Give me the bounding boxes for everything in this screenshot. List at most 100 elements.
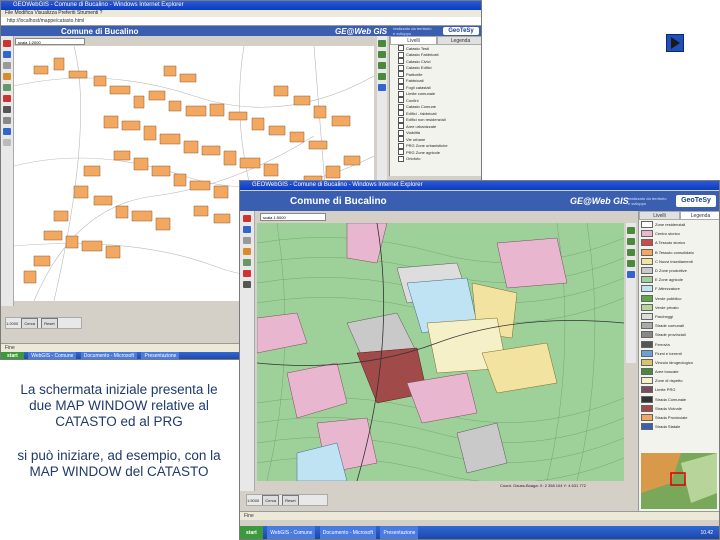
layer-label: Catasto Fabbricati [406, 52, 439, 58]
layer-label: Confini [406, 97, 419, 103]
layer-checkbox[interactable] [398, 90, 404, 97]
refresh-icon[interactable] [3, 128, 11, 135]
search-icon[interactable] [3, 117, 11, 124]
prg-status-bar: Fine [240, 511, 719, 520]
prg-zoom-in-icon[interactable] [243, 215, 251, 222]
prg-layer-down-icon[interactable] [627, 260, 635, 267]
legend-label: Strade provinciali [655, 332, 686, 338]
layer-checkbox[interactable] [398, 51, 404, 58]
help-icon[interactable] [3, 139, 11, 146]
layer-on-icon[interactable] [378, 40, 386, 47]
prg-zoom-select[interactable]: scala 1:5000 [260, 213, 326, 221]
legend-item: Limite PRG [639, 385, 719, 394]
prg-info-icon[interactable] [243, 248, 251, 255]
layer-up-icon[interactable] [378, 62, 386, 69]
layer-label: Catasto Comune [406, 104, 437, 110]
prg-map-canvas[interactable] [257, 223, 624, 481]
prg-layer-up-icon[interactable] [627, 249, 635, 256]
legend-swatch [641, 358, 653, 366]
print-icon[interactable] [3, 106, 11, 113]
layer-checkbox[interactable] [398, 71, 404, 78]
layer-off-icon[interactable] [378, 51, 386, 58]
start-button[interactable]: start [1, 352, 24, 359]
legend-swatch [641, 331, 653, 339]
caption-paragraph-2: si può iniziare, ad esempio, con la MAP … [17, 448, 221, 479]
taskbar-item-document[interactable]: Documento - Microsoft [80, 352, 138, 359]
legend-item: D Zone produttive [639, 266, 719, 275]
pan-icon[interactable] [3, 62, 11, 69]
layer-checkbox[interactable] [398, 149, 404, 156]
catasto-scale-search-button[interactable]: Cerca [21, 318, 39, 328]
prg-pan-icon[interactable] [243, 237, 251, 244]
prg-print-icon[interactable] [243, 281, 251, 288]
prg-layer-off-icon[interactable] [627, 238, 635, 245]
layer-checkbox[interactable] [398, 58, 404, 65]
layer-checkbox[interactable] [398, 84, 404, 91]
layer-checkbox[interactable] [398, 129, 404, 136]
prg-start-button[interactable]: start [240, 526, 263, 539]
prg-reset-button[interactable]: Reset [282, 495, 299, 505]
prg-layer-on-icon[interactable] [627, 227, 635, 234]
prg-measure-icon[interactable] [243, 259, 251, 266]
catasto-reset-button[interactable]: Reset [41, 318, 58, 328]
info-icon[interactable] [3, 73, 11, 80]
layer-checkbox[interactable] [398, 155, 404, 162]
layer-checkbox[interactable] [398, 97, 404, 104]
prg-window-titlebar[interactable]: GEOWebGIS - Comune di Bucalino - Windows… [240, 181, 719, 190]
layer-checkbox[interactable] [398, 45, 404, 52]
tab-livelli[interactable]: Livelli [390, 36, 437, 45]
prg-gewebgis-logo: GE@Web GIS [570, 196, 629, 206]
prg-layer-info-icon[interactable] [627, 271, 635, 278]
prg-tab-legenda[interactable]: Legenda [680, 211, 719, 220]
zoom-in-icon[interactable] [3, 40, 11, 47]
prg-taskbar-item-presentation[interactable]: Presentazione [380, 526, 419, 539]
legend-swatch [641, 322, 653, 330]
legend-swatch [641, 294, 653, 302]
layer-checkbox[interactable] [398, 103, 404, 110]
taskbar-item-presentation[interactable]: Presentazione [141, 352, 180, 359]
layer-checkbox[interactable] [398, 142, 404, 149]
layer-checkbox[interactable] [398, 77, 404, 84]
prg-taskbar: start WebGIS - Comune Documento - Micros… [240, 526, 719, 539]
layer-checkbox[interactable] [398, 116, 404, 123]
prg-taskbar-item-document[interactable]: Documento - Microsoft [319, 526, 377, 539]
prg-geotesy-logo: GeoTeSy [676, 195, 716, 207]
legend-item: E Zone agricole [639, 275, 719, 284]
prg-map-window: GEOWebGIS - Comune di Bucalino - Windows… [239, 180, 720, 540]
prg-scale-search-button[interactable]: Cerca [262, 495, 280, 505]
layer-down-icon[interactable] [378, 73, 386, 80]
tab-legenda[interactable]: Legenda [437, 36, 481, 45]
prg-coord-readout: Coord. Gauss-Boaga: X: 2 358 104 Y: 4 63… [500, 483, 586, 488]
next-slide-arrow-icon[interactable] [666, 34, 684, 52]
taskbar-item-webgis[interactable]: WebGIS - Comune [28, 352, 77, 359]
catasto-zoom-select[interactable]: scala 1:2000 [15, 38, 85, 45]
legend-swatch [641, 340, 653, 348]
prg-zoom-out-icon[interactable] [243, 226, 251, 233]
catasto-address-bar[interactable]: http://localhost/mappe/catasto.html [1, 17, 481, 26]
catasto-layer-list: Catasto Testi Catasto Fabbricati Catasto C… [390, 45, 481, 163]
layer-info-icon[interactable] [378, 84, 386, 91]
catasto-layer-panel: Livelli Legenda Catasto Testi Catasto Fab… [389, 36, 481, 176]
prg-app-banner: Comune di Bucalino GE@Web GIS realizzato… [240, 191, 719, 211]
legend-label: Parcheggi [655, 313, 674, 319]
legend-item: Strada Vicinale [639, 404, 719, 413]
prg-tab-livelli[interactable]: Livelli [639, 211, 680, 220]
layer-checkbox[interactable] [398, 64, 404, 71]
layer-label: Particelle [406, 71, 423, 77]
legend-label: Verde privato [655, 304, 679, 310]
measure-icon[interactable] [3, 84, 11, 91]
prg-gewebgis-subtitle: realizzato da territorio e sviluppo [628, 196, 667, 206]
layer-item[interactable]: Ortofoto [390, 155, 481, 163]
catasto-menu-bar[interactable]: File Modifica Visualizza Preferiti Strum… [1, 10, 481, 17]
legend-swatch [641, 248, 653, 256]
prg-overview-map[interactable] [641, 453, 717, 509]
prg-select-icon[interactable] [243, 270, 251, 277]
select-icon[interactable] [3, 95, 11, 102]
catasto-window-titlebar[interactable]: GEOWebGIS - Comune di Bucalino - Windows… [1, 1, 481, 10]
zoom-out-icon[interactable] [3, 51, 11, 58]
layer-checkbox[interactable] [398, 110, 404, 117]
layer-checkbox[interactable] [398, 123, 404, 130]
prg-taskbar-item-webgis[interactable]: WebGIS - Comune [267, 526, 316, 539]
layer-checkbox[interactable] [398, 136, 404, 143]
gewebgis-logo: GE@Web GIS [335, 27, 388, 36]
